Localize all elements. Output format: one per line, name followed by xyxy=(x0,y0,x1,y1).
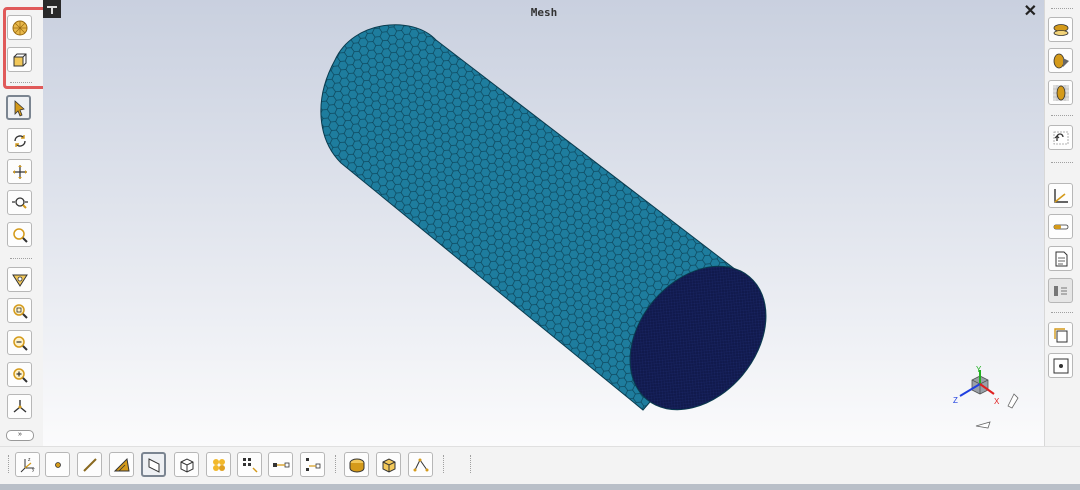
right-toolbar xyxy=(1044,0,1080,446)
axis-button[interactable] xyxy=(1048,183,1073,208)
edge-icon xyxy=(82,457,97,472)
box-body-icon xyxy=(382,457,395,473)
section-plane-icon xyxy=(1053,23,1068,36)
undo-view-icon xyxy=(1053,131,1068,144)
svg-text:y: y xyxy=(32,467,35,473)
rotate-arrow-icon[interactable] xyxy=(1007,393,1019,409)
vertex-icon xyxy=(54,461,61,468)
status-bar xyxy=(0,484,1080,490)
zoom-fit-button[interactable] xyxy=(7,298,32,323)
node-to-node-button[interactable] xyxy=(268,452,293,477)
rotate-icon xyxy=(13,134,26,147)
properties-button[interactable] xyxy=(1048,278,1073,303)
node-connect-icon xyxy=(305,457,320,471)
zoom-window-button[interactable] xyxy=(7,222,32,247)
clip-shape-button[interactable] xyxy=(1048,48,1073,73)
zoom-icon xyxy=(11,196,28,209)
svg-text:z: z xyxy=(28,457,31,463)
mesh-nodes-button[interactable] xyxy=(206,452,231,477)
toolbar-separator xyxy=(1051,312,1073,314)
coordinate-system-button[interactable]: zy xyxy=(15,452,40,477)
copy-frame-icon xyxy=(1053,327,1067,342)
face-button[interactable] xyxy=(141,452,166,477)
node-select-button[interactable] xyxy=(237,452,262,477)
notes-button[interactable] xyxy=(1048,246,1073,271)
zoom-in-icon xyxy=(12,367,28,383)
rotate-arrow-icon[interactable] xyxy=(975,421,991,429)
pan-button[interactable] xyxy=(7,159,32,184)
slider-button[interactable] xyxy=(1048,214,1073,239)
pan-icon xyxy=(12,164,27,179)
toolbar-expander-button[interactable]: » xyxy=(6,430,34,441)
point-target-icon xyxy=(1053,358,1068,373)
transparency-button[interactable] xyxy=(1048,80,1073,105)
body-button[interactable] xyxy=(174,452,199,477)
bottom-toolbar: zy xyxy=(0,446,1080,485)
toolbar-separator xyxy=(1051,115,1073,117)
sketch-nodes-button[interactable] xyxy=(408,452,433,477)
node-select-icon xyxy=(242,457,258,473)
toolbar-separator xyxy=(443,455,445,473)
box-body-button[interactable] xyxy=(376,452,401,477)
section-plane-button[interactable] xyxy=(1048,17,1073,42)
toolbar-separator xyxy=(10,82,32,84)
toolbar-separator xyxy=(335,455,337,473)
select-arrow-icon xyxy=(14,99,25,117)
sketch-nodes-icon xyxy=(413,458,428,471)
axis-view-icon xyxy=(13,399,26,413)
node-to-node-icon xyxy=(272,462,289,467)
toolbar-separator xyxy=(8,455,10,473)
view-filter-icon xyxy=(11,274,28,287)
shaded-face-icon xyxy=(349,458,364,472)
zoom-out-icon xyxy=(12,335,28,351)
edge-button[interactable] xyxy=(77,452,102,477)
vertex-button[interactable] xyxy=(45,452,70,477)
view-filter-button[interactable] xyxy=(7,267,32,292)
graphics-viewport[interactable]: Mesh ✕ Y Z X xyxy=(43,0,1045,446)
toolbar-separator xyxy=(1051,162,1073,164)
face-icon xyxy=(148,457,159,473)
toolbar-separator xyxy=(10,258,32,260)
mesh-model xyxy=(320,24,767,411)
body-icon xyxy=(180,457,193,473)
shaded-face-button[interactable] xyxy=(344,452,369,477)
axis-view-button[interactable] xyxy=(7,394,32,419)
zoom-fit-icon xyxy=(12,303,28,319)
rotate-button[interactable] xyxy=(7,128,32,153)
zoom-window-icon xyxy=(12,227,28,243)
properties-icon xyxy=(1053,285,1067,296)
angle-icon xyxy=(113,457,130,471)
toolbar-separator xyxy=(470,455,472,473)
triad-x-label: X xyxy=(994,397,1000,406)
mesh-nodes-icon xyxy=(212,458,225,471)
point-target-button[interactable] xyxy=(1048,353,1073,378)
node-connect-button[interactable] xyxy=(300,452,325,477)
coordinate-system-icon: zy xyxy=(20,457,35,473)
undo-view-button[interactable] xyxy=(1048,125,1073,150)
zoom-button[interactable] xyxy=(7,190,32,215)
toolbar-separator xyxy=(1051,8,1073,10)
triad-z-label: Z xyxy=(953,396,958,405)
clip-shape-icon xyxy=(1053,53,1069,68)
zoom-out-button[interactable] xyxy=(7,330,32,355)
select-button[interactable] xyxy=(6,95,31,120)
notes-icon xyxy=(1055,251,1067,266)
triad-y-label: Y xyxy=(976,366,982,374)
angle-button[interactable] xyxy=(109,452,134,477)
axis-icon xyxy=(1053,188,1068,203)
copy-frame-button[interactable] xyxy=(1048,322,1073,347)
slider-icon xyxy=(1053,224,1068,229)
zoom-in-button[interactable] xyxy=(7,362,32,387)
orientation-triad[interactable]: Y Z X xyxy=(948,366,1028,436)
left-toolbar: » xyxy=(0,0,64,446)
transparency-icon xyxy=(1052,84,1069,101)
